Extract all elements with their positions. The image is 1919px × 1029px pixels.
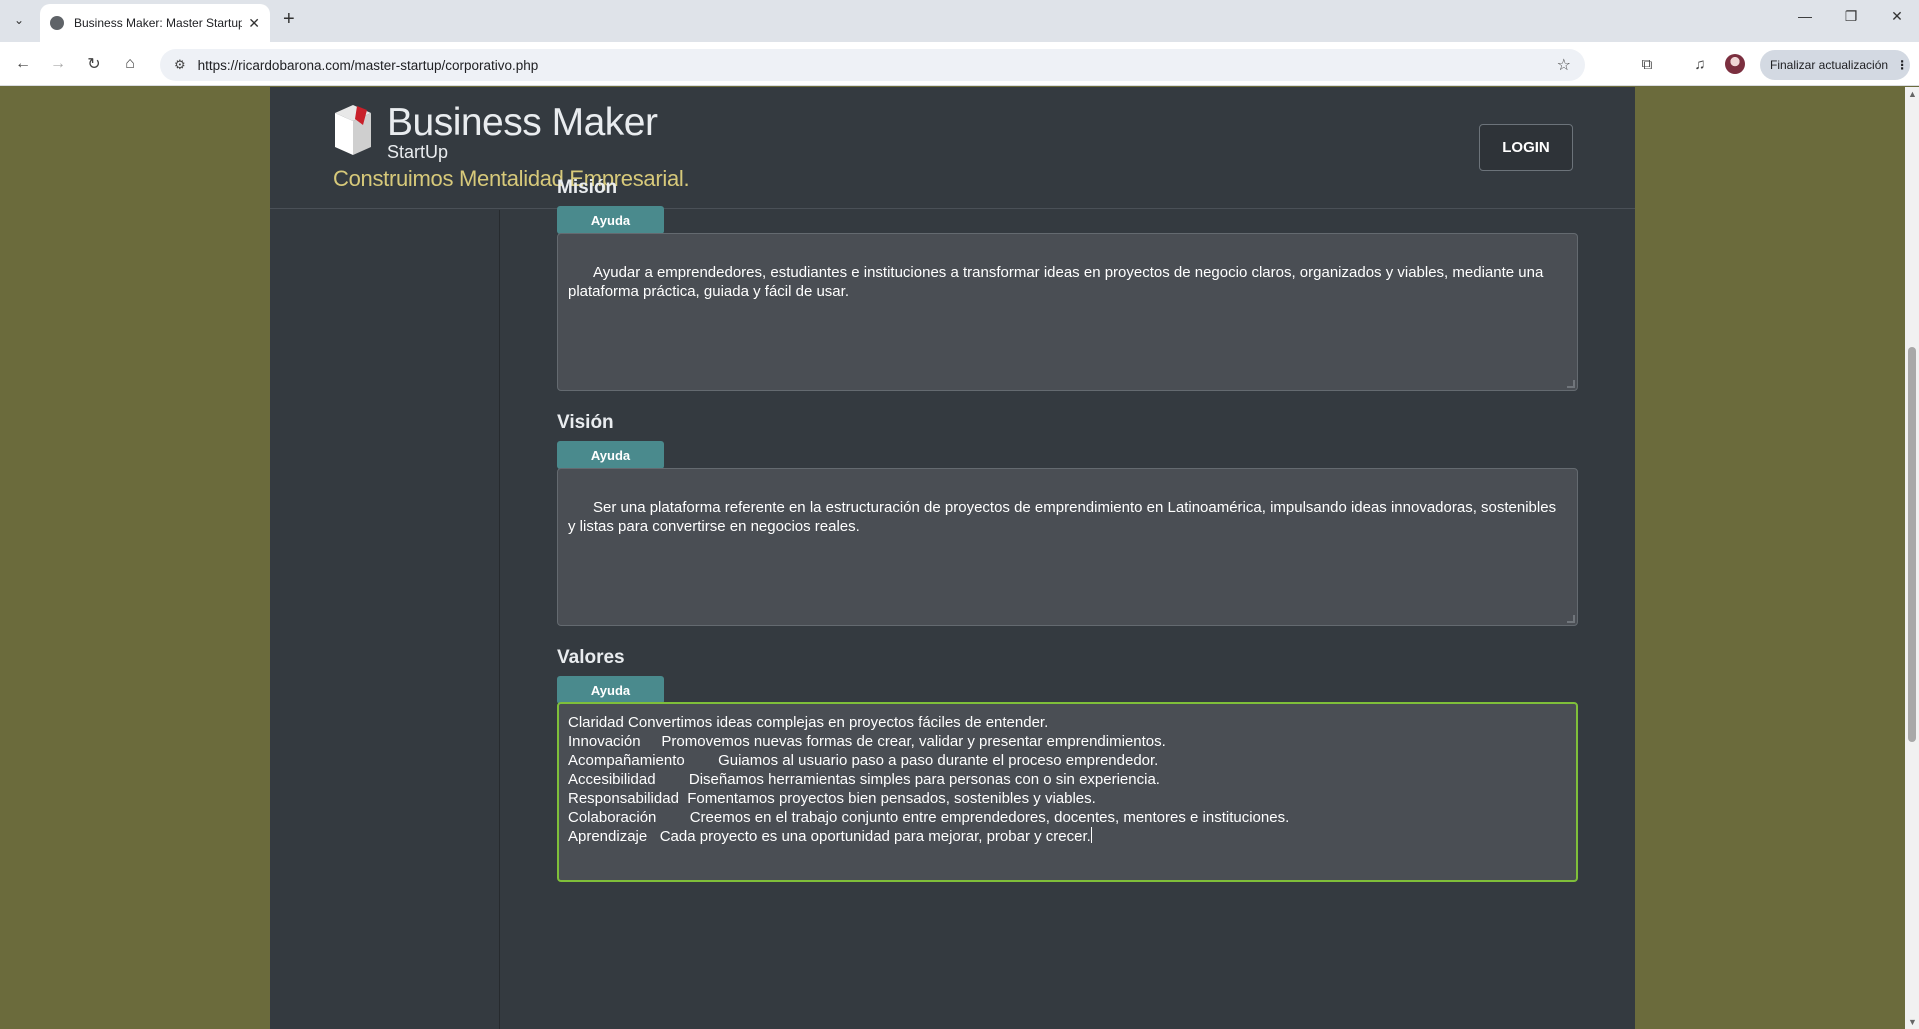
site-container: Business Maker StartUp Construimos Menta… [270, 87, 1635, 1029]
bookmark-star-icon[interactable]: ☆ [1557, 55, 1571, 75]
new-tab-plus-icon[interactable]: + [283, 9, 295, 29]
tab-close-icon[interactable]: ✕ [248, 15, 260, 32]
login-button[interactable]: LOGIN [1479, 124, 1573, 171]
site-header: Business Maker StartUp Construimos Menta… [270, 87, 1635, 209]
address-bar[interactable]: ⚙ https://ricardobarona.com/master-start… [160, 49, 1585, 81]
web-page: Business Maker StartUp Construimos Menta… [0, 87, 1905, 1029]
brand-tagline: Construimos Mentalidad Empresarial. [333, 166, 690, 191]
forward-arrow-icon[interactable]: → [46, 52, 70, 76]
mision-textarea[interactable]: Ayudar a emprendedores, estudiantes e in… [557, 233, 1578, 391]
browser-tab[interactable]: Business Maker: Master Startup ✕ [40, 4, 270, 42]
extensions-puzzle-icon[interactable]: ⧉ [1635, 52, 1659, 76]
text-cursor [1090, 827, 1092, 843]
resize-handle-icon[interactable] [1567, 380, 1575, 388]
window-close-icon[interactable]: ✕ [1882, 8, 1912, 25]
resize-handle-icon[interactable] [1567, 615, 1575, 623]
mision-title: Misión [557, 177, 618, 198]
url-text[interactable]: https://ricardobarona.com/master-startup… [198, 58, 1557, 73]
scrollbar-thumb[interactable] [1908, 347, 1916, 742]
tab-search-chevron-icon[interactable]: ⌄ [7, 8, 31, 32]
site-info-icon[interactable]: ⚙ [174, 57, 186, 73]
minimize-icon[interactable]: — [1790, 8, 1820, 24]
logo-cube-icon [335, 105, 371, 155]
profile-avatar[interactable] [1725, 54, 1745, 74]
brand-subtitle: StartUp [387, 142, 449, 162]
vision-text: Ser una plataforma referente en la estru… [568, 499, 1561, 535]
vision-textarea[interactable]: Ser una plataforma referente en la estru… [557, 468, 1578, 626]
valores-textarea[interactable]: Claridad Convertimos ideas complejas en … [557, 702, 1578, 882]
back-arrow-icon[interactable]: ← [11, 52, 35, 76]
valores-help-button[interactable]: Ayuda [557, 676, 664, 704]
scroll-up-arrow-icon[interactable]: ▲ [1908, 89, 1917, 99]
page-scrollbar[interactable]: ▲ ▼ [1905, 87, 1919, 1029]
browser-tab-strip: ⌄ Business Maker: Master Startup ✕ + — ❐… [0, 0, 1919, 42]
more-menu-icon[interactable]: ⋮ [1896, 58, 1908, 72]
mision-text: Ayudar a emprendedores, estudiantes e in… [568, 264, 1548, 300]
vision-help-button[interactable]: Ayuda [557, 441, 664, 469]
brand-name: Business Maker [387, 101, 658, 144]
update-button-label: Finalizar actualización [1770, 58, 1889, 72]
restore-icon[interactable]: ❐ [1836, 8, 1866, 25]
home-icon[interactable]: ⌂ [118, 52, 142, 76]
vision-title: Visión [557, 412, 614, 433]
mision-help-button[interactable]: Ayuda [557, 206, 664, 234]
sidebar [270, 210, 500, 1029]
reload-icon[interactable]: ↻ [82, 52, 106, 76]
valores-text: Claridad Convertimos ideas complejas en … [568, 714, 1290, 845]
scroll-down-arrow-icon[interactable]: ▼ [1908, 1017, 1917, 1027]
tab-title: Business Maker: Master Startup [74, 16, 243, 30]
update-button[interactable]: Finalizar actualización ⋮ [1760, 50, 1910, 80]
browser-toolbar: ← → ↻ ⌂ ⚙ https://ricardobarona.com/mast… [0, 42, 1919, 86]
globe-icon [50, 16, 64, 30]
valores-title: Valores [557, 647, 625, 668]
media-controls-icon[interactable]: ♫ [1688, 52, 1712, 76]
